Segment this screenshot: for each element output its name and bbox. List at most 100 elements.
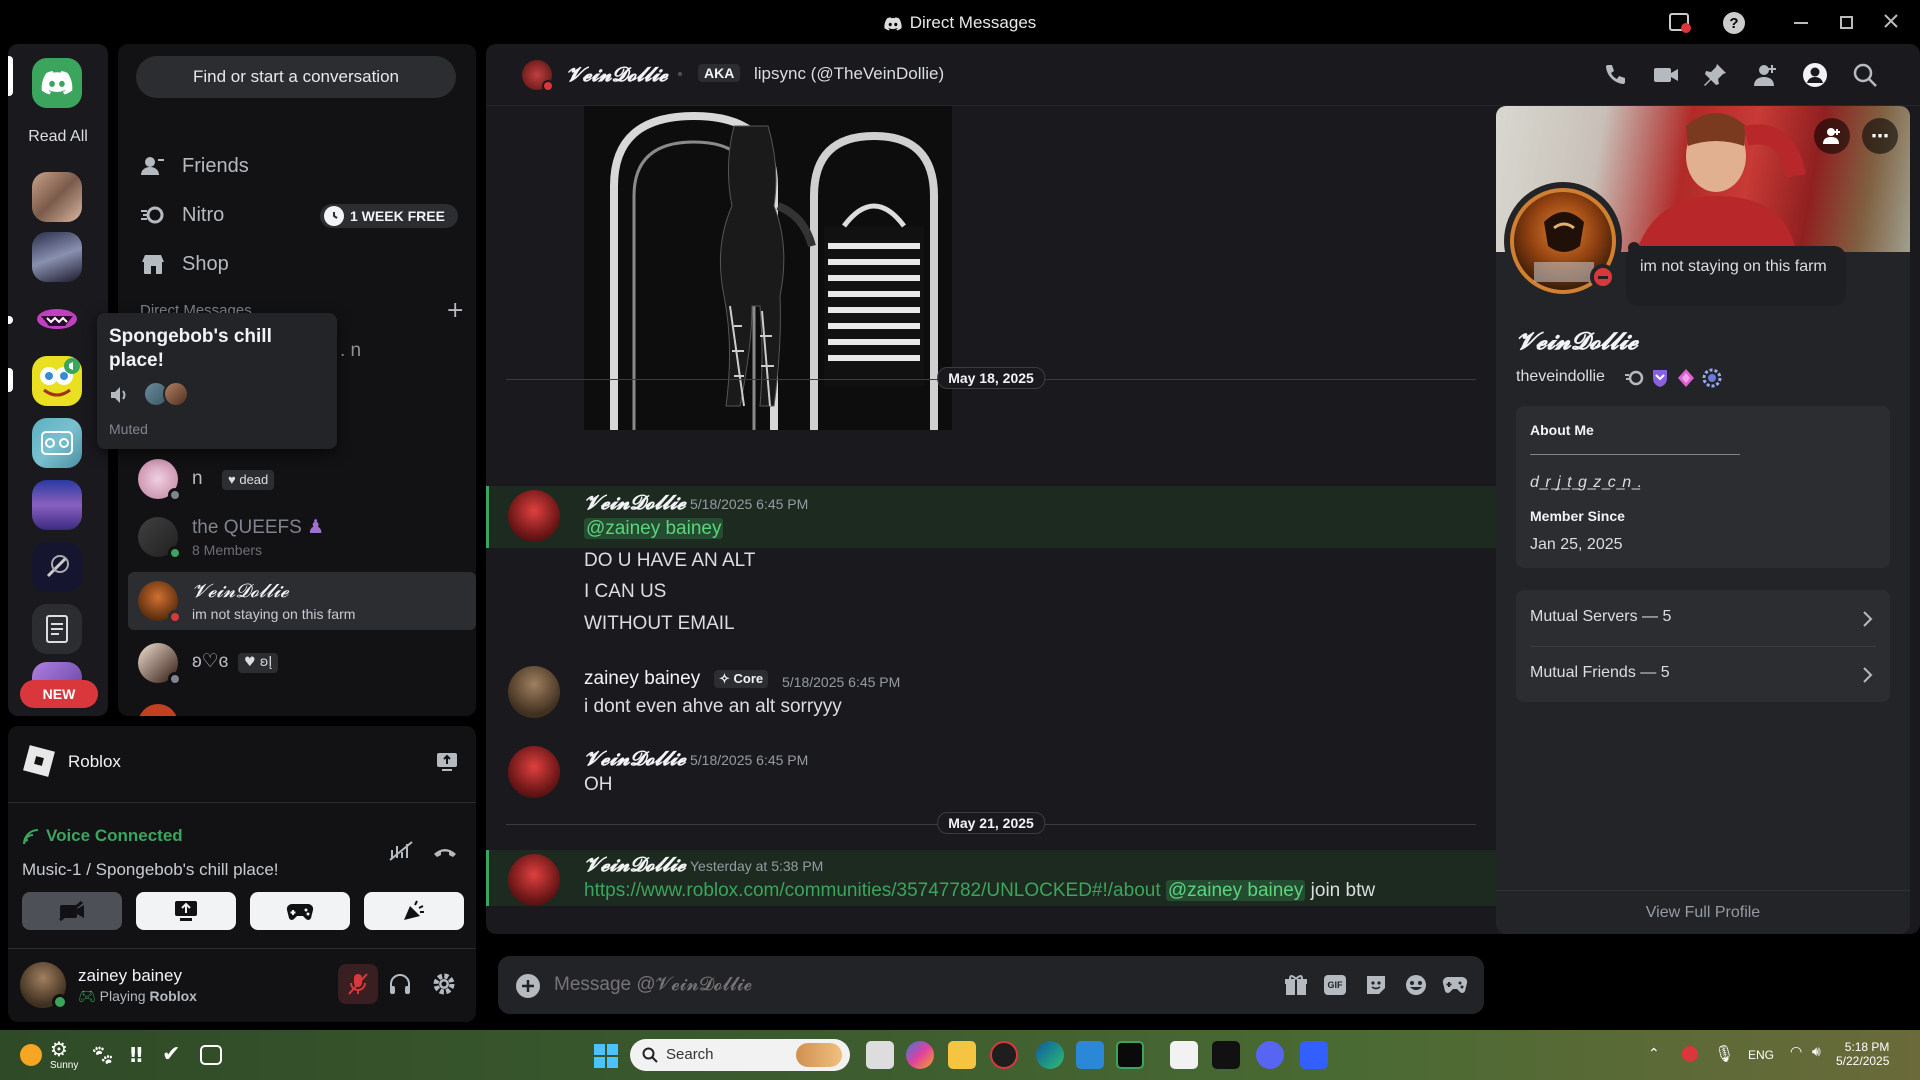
new-badge[interactable]: NEW bbox=[20, 680, 98, 708]
voice-call-icon[interactable] bbox=[1602, 62, 1628, 88]
windows-start-icon[interactable] bbox=[594, 1044, 618, 1068]
settings-gear-icon[interactable]: ⚙ bbox=[50, 1038, 72, 1060]
message-author[interactable]: 𝓥𝓮𝓲𝓷𝓓𝓸𝓵𝓵𝓲𝓮 bbox=[584, 852, 686, 876]
disconnect-icon[interactable] bbox=[432, 844, 458, 860]
server-icon[interactable] bbox=[32, 172, 82, 222]
noise-suppression-icon[interactable] bbox=[388, 840, 414, 862]
server-icon[interactable] bbox=[32, 294, 82, 344]
header-name[interactable]: 𝓥𝓮𝓲𝓷𝓓𝓸𝓵𝓵𝓲𝓮 bbox=[566, 62, 668, 86]
user-mention[interactable]: @zainey bainey bbox=[1165, 880, 1306, 901]
message-author[interactable]: zainey bainey bbox=[584, 668, 700, 690]
store-icon[interactable] bbox=[1076, 1041, 1104, 1069]
message-avatar[interactable] bbox=[508, 854, 560, 906]
emoji-icon[interactable] bbox=[1404, 973, 1428, 997]
nav-friends[interactable]: Friends bbox=[140, 146, 460, 186]
guild-tag[interactable]: ✧ Core bbox=[714, 670, 769, 688]
image-attachment[interactable] bbox=[584, 106, 952, 430]
message-avatar[interactable] bbox=[508, 490, 560, 542]
message-author[interactable]: 𝓥𝓮𝓲𝓷𝓓𝓸𝓵𝓵𝓲𝓮 bbox=[584, 746, 686, 770]
apps-gamepad-icon[interactable] bbox=[1442, 975, 1468, 995]
exclamation-icon[interactable]: ‼ bbox=[130, 1041, 158, 1069]
terminal-icon[interactable] bbox=[1116, 1041, 1144, 1069]
add-friend-button[interactable] bbox=[1814, 118, 1850, 154]
profile-display-name: 𝓥𝓮𝓲𝓷𝓓𝓸𝓵𝓵𝓲𝓮 bbox=[1516, 326, 1639, 355]
add-friends-to-dm-icon[interactable] bbox=[1752, 62, 1778, 88]
copilot-icon[interactable] bbox=[906, 1041, 934, 1069]
mute-button[interactable] bbox=[338, 964, 378, 1004]
edge-icon[interactable] bbox=[1036, 1041, 1064, 1069]
message-avatar[interactable] bbox=[508, 746, 560, 798]
chevron-up-icon[interactable]: ⌃ bbox=[1648, 1046, 1660, 1062]
app-icon[interactable] bbox=[990, 1041, 1018, 1069]
camera-off-button[interactable] bbox=[22, 892, 122, 930]
home-button[interactable] bbox=[32, 58, 82, 108]
user-profile-toggle-icon[interactable] bbox=[1802, 62, 1828, 88]
nitro-free-badge[interactable]: 1 WEEK FREE bbox=[320, 204, 458, 228]
discord-taskbar-icon[interactable] bbox=[1256, 1041, 1284, 1069]
screen-share-icon[interactable] bbox=[436, 752, 458, 772]
message-link[interactable]: https://www.roblox.com/communities/35747… bbox=[584, 880, 1161, 901]
server-icon[interactable] bbox=[32, 480, 82, 530]
document-server-icon[interactable] bbox=[32, 604, 82, 654]
dm-item-veindollie[interactable]: 𝓥𝓮𝓲𝓷𝓓𝓸𝓵𝓵𝓲𝓮 im not staying on this farm bbox=[128, 572, 476, 630]
roblox-taskbar-icon[interactable] bbox=[1300, 1041, 1328, 1069]
maximize-icon[interactable] bbox=[1840, 16, 1853, 29]
pin-icon[interactable] bbox=[1702, 62, 1728, 88]
taskbar-search[interactable]: Search bbox=[630, 1039, 850, 1071]
find-conversation-button[interactable]: Find or start a conversation bbox=[136, 56, 456, 98]
task-view-icon[interactable] bbox=[866, 1041, 894, 1069]
notepad-icon[interactable] bbox=[1170, 1041, 1198, 1069]
nav-shop[interactable]: Shop bbox=[140, 244, 460, 284]
dm-item-n[interactable]: n ♥ dead bbox=[128, 450, 476, 508]
activities-button[interactable] bbox=[250, 892, 350, 930]
weather-sun-icon[interactable] bbox=[20, 1044, 42, 1066]
upload-plus-icon[interactable] bbox=[516, 974, 540, 998]
create-dm-plus-icon[interactable]: + bbox=[446, 298, 464, 323]
wifi-icon[interactable]: ◠ bbox=[1790, 1044, 1802, 1060]
message-avatar[interactable] bbox=[508, 666, 560, 718]
mutual-servers-row[interactable]: Mutual Servers — 5 bbox=[1516, 590, 1890, 646]
headphones-icon bbox=[390, 974, 410, 994]
microphone-icon[interactable]: 🎙︎ bbox=[1714, 1044, 1734, 1063]
bus-icon[interactable] bbox=[200, 1045, 222, 1065]
sticker-icon[interactable] bbox=[1364, 973, 1388, 997]
settings-button[interactable] bbox=[432, 972, 456, 996]
user-mention[interactable]: @zainey bainey bbox=[584, 518, 724, 539]
dm-item-heart[interactable]: ʚ♡ɞ ♥ ʚĮ bbox=[128, 634, 476, 692]
gif-icon[interactable]: GIF bbox=[1324, 975, 1346, 995]
message-author[interactable]: 𝓥𝓮𝓲𝓷𝓓𝓸𝓵𝓵𝓲𝓮 bbox=[584, 490, 686, 514]
tiktok-icon[interactable] bbox=[1212, 1041, 1240, 1069]
weather-text: Sunny bbox=[50, 1060, 79, 1071]
server-icon[interactable] bbox=[32, 232, 82, 282]
server-icon[interactable] bbox=[32, 418, 82, 468]
voice-channel[interactable]: Music-1 / Spongebob's chill place! bbox=[22, 860, 279, 880]
help-icon[interactable]: ? bbox=[1722, 11, 1746, 35]
view-full-profile-button[interactable]: View Full Profile bbox=[1496, 904, 1910, 922]
search-icon[interactable] bbox=[1852, 62, 1878, 88]
more-options-icon[interactable]: ⋯ bbox=[1862, 118, 1898, 154]
mutual-friends-row[interactable]: Mutual Friends — 5 bbox=[1516, 646, 1890, 702]
check-icon[interactable]: ✔ bbox=[162, 1041, 190, 1069]
soundboard-button[interactable] bbox=[364, 892, 464, 930]
gift-icon[interactable] bbox=[1284, 973, 1308, 997]
paw-icon[interactable]: 🐾︎ bbox=[90, 1041, 118, 1069]
taskbar: Sunny ⚙ 🐾︎ ‼ ✔ Search ⌃ 🎙︎ ENG ◠ 🔊︎ 5:18… bbox=[0, 1030, 1920, 1080]
minimize-icon[interactable] bbox=[1794, 22, 1808, 24]
profile-username[interactable]: theveindollie bbox=[1516, 368, 1605, 386]
server-icon[interactable] bbox=[32, 542, 82, 592]
video-call-icon[interactable] bbox=[1652, 62, 1678, 88]
message-input[interactable] bbox=[554, 970, 1114, 1000]
dm-item-group[interactable]: the QUEEFS ♟ 8 Members bbox=[128, 508, 476, 566]
read-all-button[interactable]: Read All bbox=[8, 128, 108, 146]
file-explorer-icon[interactable] bbox=[948, 1041, 976, 1069]
clock[interactable]: 5:18 PM 5/22/2025 bbox=[1836, 1040, 1889, 1068]
server-icon-spongebob[interactable] bbox=[32, 356, 82, 406]
share-screen-button[interactable] bbox=[136, 892, 236, 930]
close-icon[interactable] bbox=[1882, 12, 1900, 30]
volume-icon[interactable]: 🔊︎ bbox=[1812, 1044, 1821, 1060]
language-indicator[interactable]: ENG bbox=[1748, 1048, 1774, 1062]
tray-app-icon[interactable] bbox=[1682, 1046, 1698, 1062]
headphones-button[interactable] bbox=[388, 972, 412, 996]
screen-share-icon bbox=[175, 901, 197, 921]
inbox-icon[interactable] bbox=[1668, 12, 1692, 34]
